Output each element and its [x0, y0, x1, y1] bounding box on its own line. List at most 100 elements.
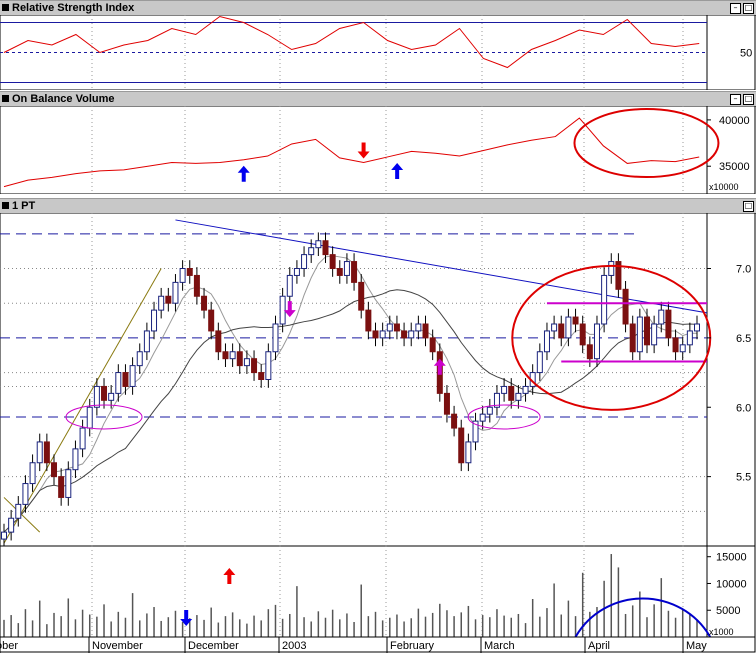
candle-up — [108, 392, 115, 401]
candle-up — [265, 351, 272, 380]
candle-down — [186, 268, 193, 276]
candle-up — [486, 406, 493, 415]
candle-up — [479, 413, 486, 422]
date-axis-label: May — [686, 640, 707, 652]
candle-down — [222, 351, 229, 360]
rsi-tick-label: 50 — [740, 48, 752, 60]
candle-up — [72, 448, 79, 471]
collapse-icon[interactable] — [2, 95, 9, 102]
candle-up — [658, 309, 665, 325]
date-axis-label: ober — [0, 640, 18, 652]
candle-down — [193, 274, 200, 297]
rsi-title: Relative Strength Index — [12, 2, 135, 14]
obv-plot: 40000 35000 x10000 — [0, 106, 756, 194]
candle-down — [43, 441, 50, 464]
price-tick-label: 6.5 — [736, 333, 751, 345]
candle-up — [379, 330, 386, 339]
collapse-icon[interactable] — [2, 202, 9, 209]
price-tick-label: 7.0 — [736, 264, 751, 276]
candle-up — [608, 261, 615, 276]
minimize-icon[interactable]: – — [730, 3, 741, 14]
candle-up — [686, 330, 693, 346]
volume-multiplier: x1000 — [709, 627, 734, 637]
candle-up — [86, 406, 93, 429]
candle-down — [643, 316, 650, 346]
candle-up — [179, 268, 186, 283]
candle-up — [8, 517, 15, 533]
candle-down — [558, 323, 565, 339]
date-axis-label: November — [92, 640, 143, 652]
candle-up — [65, 469, 72, 498]
collapse-icon[interactable] — [2, 4, 9, 11]
candle-up — [79, 427, 86, 450]
candle-up — [465, 441, 472, 464]
candle-down — [458, 427, 465, 464]
date-axis-label: March — [484, 640, 515, 652]
candle-up — [501, 385, 508, 394]
maximize-icon[interactable]: □ — [743, 3, 754, 14]
date-axis-label: 2003 — [282, 640, 306, 652]
candle-down — [58, 476, 65, 498]
candle-down — [322, 240, 329, 256]
candle-down — [572, 316, 579, 325]
price-titlebar[interactable]: 1 PT □ — [0, 198, 756, 214]
date-axis-label: February — [390, 640, 435, 652]
candle-up — [636, 316, 643, 353]
obv-tick-label: 40000 — [719, 115, 750, 127]
candle-down — [358, 281, 365, 311]
candle-up — [315, 240, 322, 249]
candle-down — [579, 323, 586, 346]
maximize-icon[interactable]: □ — [743, 94, 754, 105]
candle-down — [393, 323, 400, 332]
candle-up — [29, 462, 36, 485]
candle-up — [129, 365, 136, 387]
candle-up — [551, 323, 558, 332]
candle-down — [251, 358, 258, 374]
candle-up — [229, 351, 236, 360]
candle-up — [679, 344, 686, 353]
candle-up — [651, 323, 658, 346]
candle-down — [629, 323, 636, 353]
candle-up — [543, 330, 550, 353]
candle-down — [329, 254, 336, 269]
candle-up — [93, 385, 100, 408]
candle-up — [343, 261, 350, 276]
candle-up — [386, 323, 393, 332]
volume-tick-label: 10000 — [716, 578, 747, 590]
candle-down — [586, 344, 593, 360]
candle-up — [286, 274, 293, 297]
candle-down — [372, 330, 379, 339]
candle-down — [208, 309, 215, 332]
candle-up — [408, 330, 415, 339]
rsi-titlebar[interactable]: Relative Strength Index – □ — [0, 0, 756, 16]
candle-up — [143, 330, 150, 353]
candle-up — [115, 372, 122, 394]
obv-titlebar[interactable]: On Balance Volume – □ — [0, 91, 756, 107]
candle-down — [422, 323, 429, 339]
candle-up — [1, 531, 7, 540]
candle-down — [622, 288, 629, 325]
volume-tick-label: 15000 — [716, 552, 747, 564]
candle-down — [351, 261, 358, 283]
candle-up — [15, 503, 22, 519]
candle-down — [672, 337, 679, 353]
obv-multiplier: x10000 — [709, 182, 739, 192]
volume-tick-label: 5000 — [716, 605, 740, 617]
candle-up — [158, 295, 165, 311]
price-plot: 7.0 6.5 6.0 5.5 — [0, 213, 756, 546]
candle-up — [415, 323, 422, 332]
rsi-plot: 50 — [0, 15, 756, 90]
maximize-icon[interactable]: □ — [743, 201, 754, 212]
candle-up — [522, 385, 529, 394]
price-tick-label: 6.0 — [736, 402, 751, 414]
candle-down — [508, 385, 515, 401]
candle-up — [694, 323, 700, 332]
candle-down — [401, 330, 408, 339]
price-tick-label: 5.5 — [736, 472, 751, 484]
candle-up — [308, 247, 315, 256]
candle-down — [336, 268, 343, 276]
candle-down — [101, 385, 108, 401]
minimize-icon[interactable]: – — [730, 94, 741, 105]
candle-up — [601, 274, 608, 325]
chart-window: { "panels": { "rsi": {"title": "Relative… — [0, 0, 756, 653]
